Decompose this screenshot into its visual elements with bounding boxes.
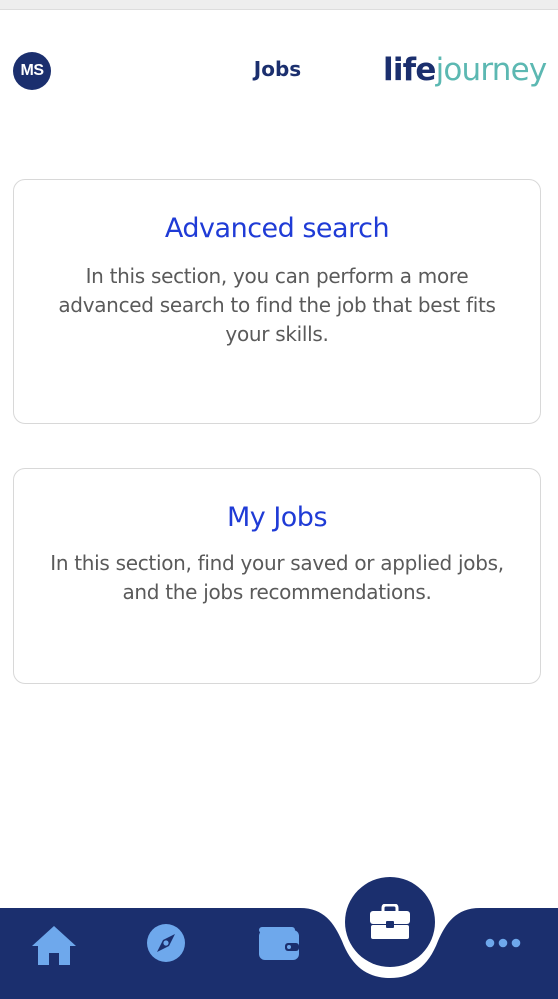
page-title: Jobs	[253, 57, 302, 81]
card-description: In this section, find your saved or appl…	[50, 551, 504, 604]
compass-icon	[147, 924, 185, 962]
card-title: Advanced search	[164, 213, 390, 244]
card-title: My Jobs	[226, 502, 328, 533]
logo-part-journey: journey	[435, 52, 548, 88]
avatar[interactable]: MS	[13, 52, 51, 90]
wallet-icon	[259, 927, 299, 960]
nav-wallet-button[interactable]	[258, 924, 300, 962]
card-description: In this section, you can perform a more …	[58, 264, 496, 346]
more-dots-icon	[485, 938, 521, 948]
lifejourney-logo: lifejourney	[383, 50, 548, 90]
logo-part-life: life	[383, 52, 436, 88]
nav-explore-button[interactable]	[146, 923, 186, 963]
nav-more-button[interactable]	[484, 933, 522, 953]
home-icon	[32, 926, 76, 965]
advanced-search-card[interactable]: Advanced search In this section, you can…	[13, 179, 541, 424]
bottom-navigation-bar	[0, 875, 558, 999]
nav-jobs-button[interactable]	[345, 877, 435, 967]
my-jobs-card[interactable]: My Jobs In this section, find your saved…	[13, 468, 541, 684]
top-browser-strip	[0, 0, 558, 10]
nav-home-button[interactable]	[30, 923, 78, 967]
briefcase-icon	[370, 904, 410, 939]
app-header: MS Jobs lifejourney	[0, 10, 558, 130]
